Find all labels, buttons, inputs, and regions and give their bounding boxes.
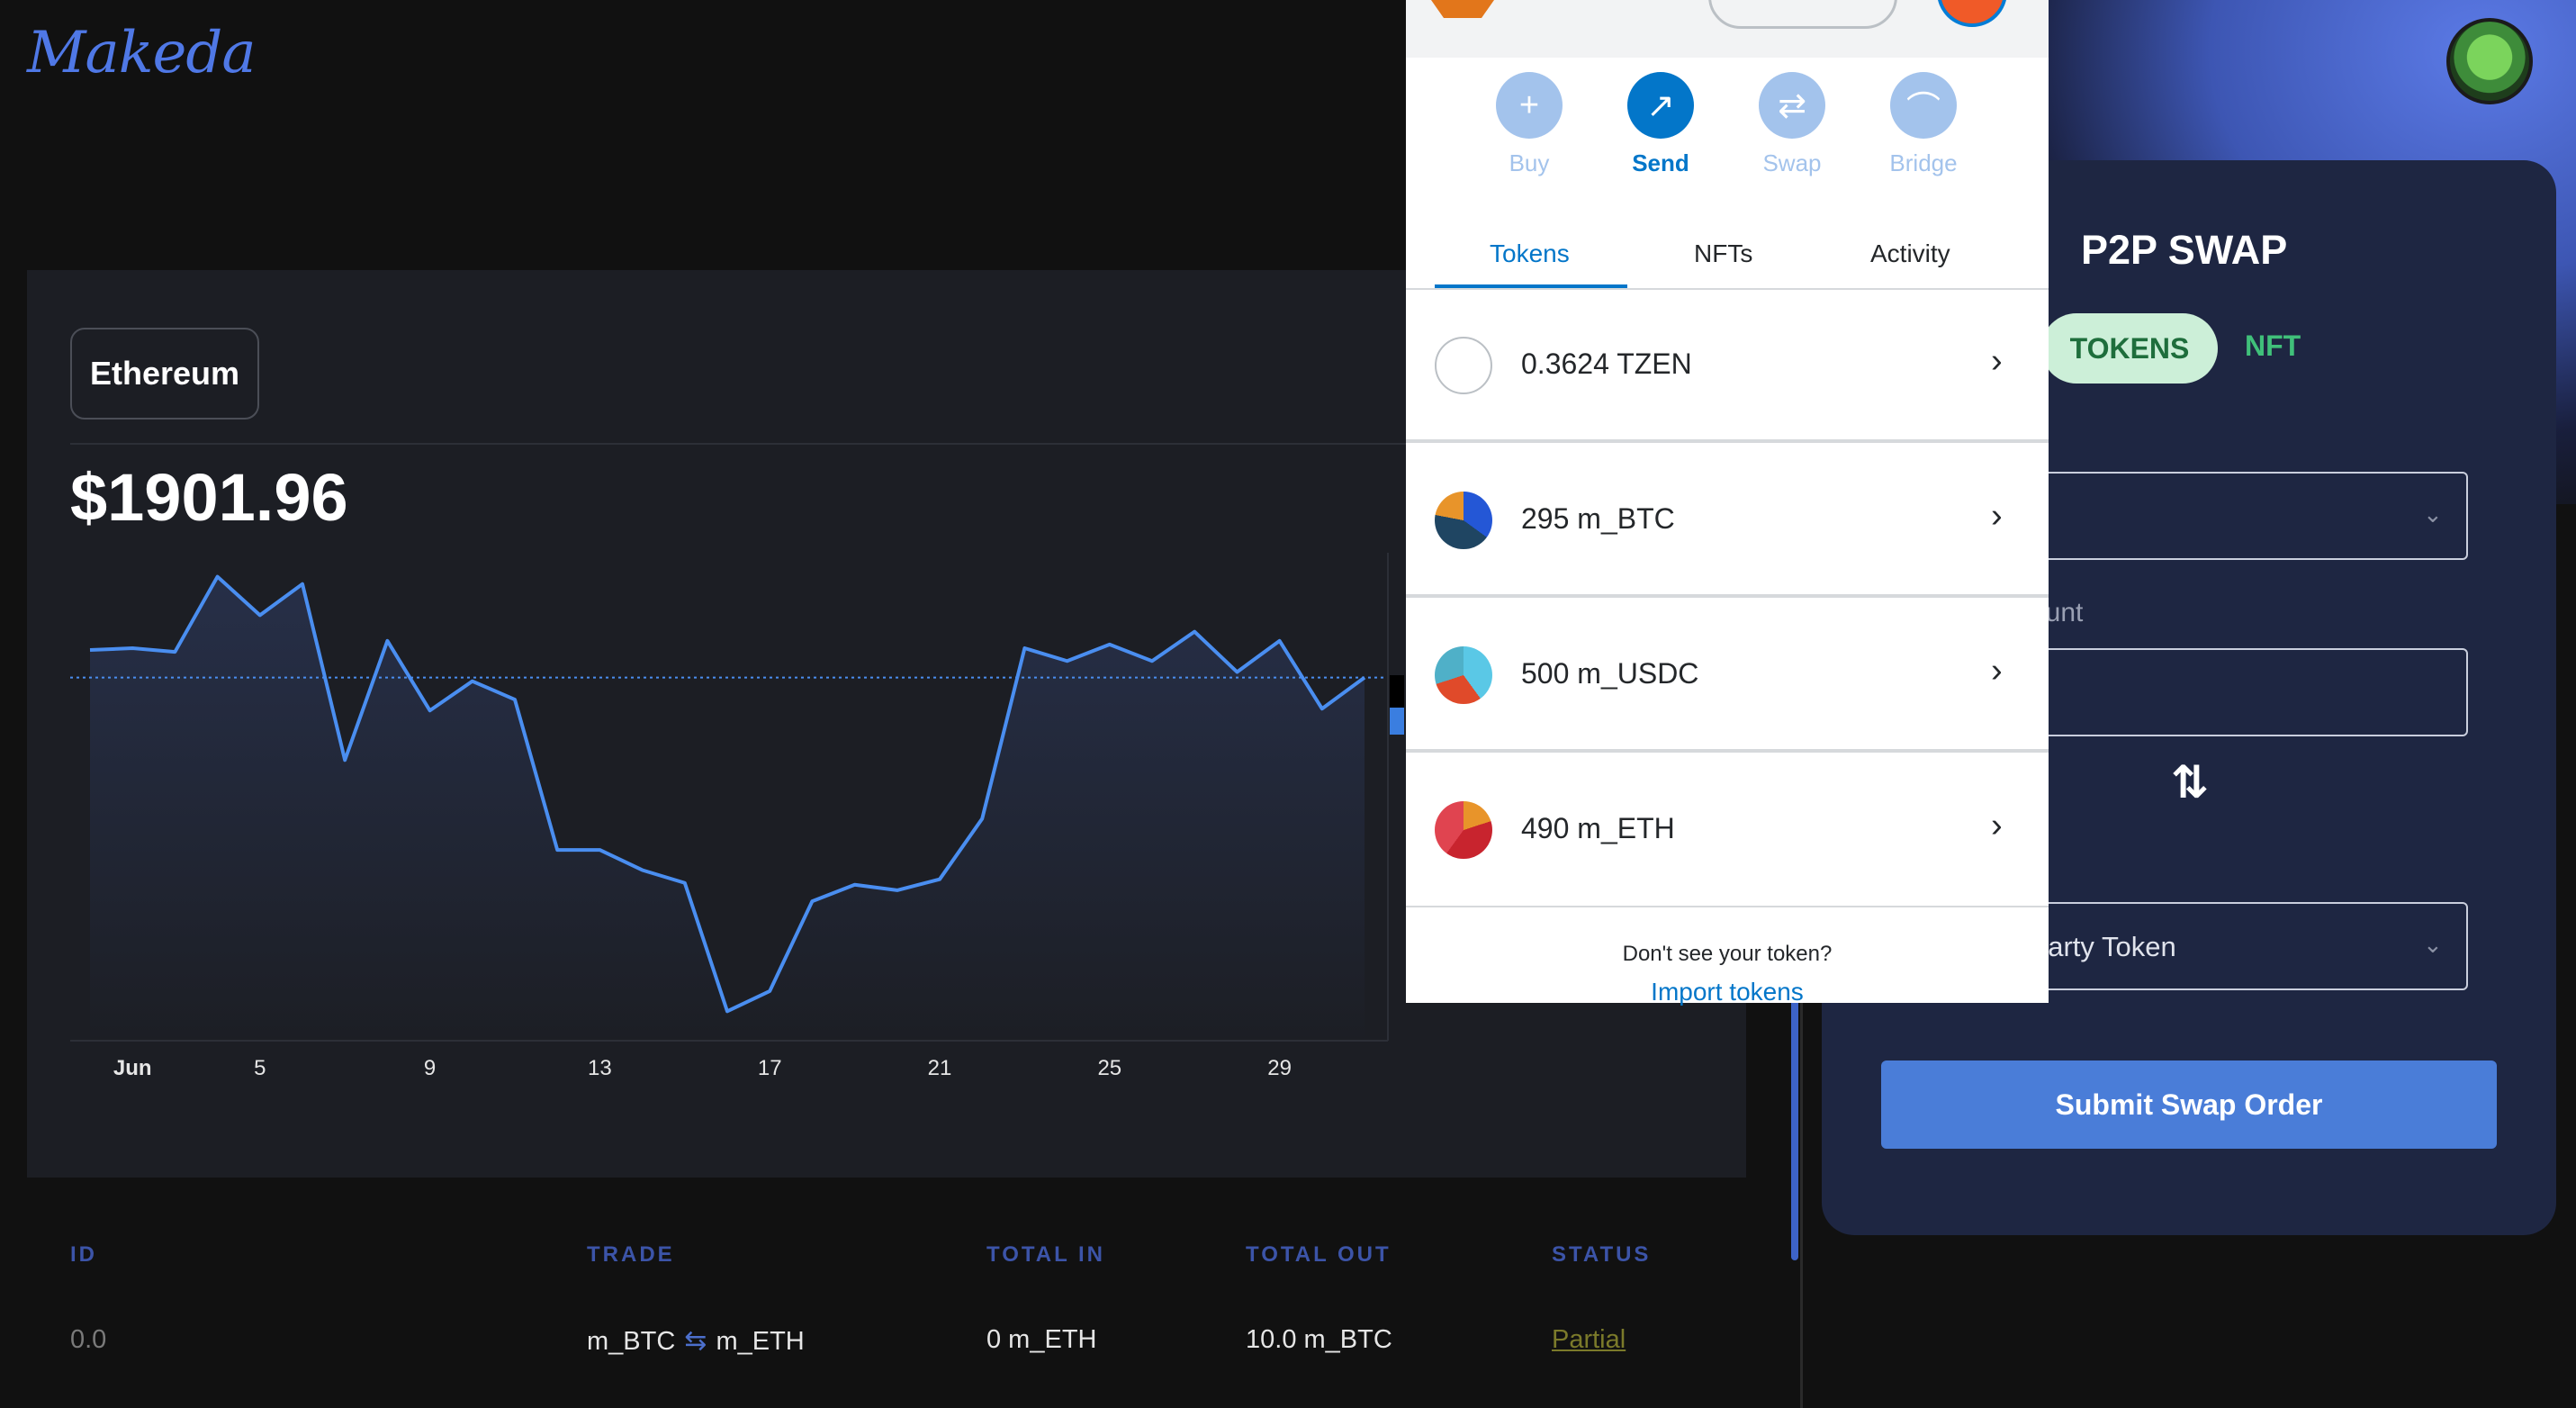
column-header-status[interactable]: STATUS <box>1552 1242 1651 1268</box>
vertical-divider <box>1800 990 1803 1408</box>
user-avatar[interactable] <box>2446 18 2533 104</box>
x-tick-label: 13 <box>588 1056 612 1080</box>
list-divider <box>1406 906 2049 907</box>
counterparty-token-select[interactable]: party Token ⌄ <box>2007 902 2468 990</box>
mbtc-token-icon <box>1435 492 1492 549</box>
token-balance: 0.3624 TZEN <box>1521 347 1692 380</box>
submit-swap-order-button[interactable]: Submit Swap Order <box>1881 1061 2497 1149</box>
send-button[interactable]: ↗ Send <box>1593 72 1728 177</box>
musdc-token-icon <box>1435 646 1492 704</box>
column-header-total-in[interactable]: TOTAL IN <box>986 1242 1105 1268</box>
token-row-meth[interactable]: 490 m_ETH › <box>1406 754 2049 907</box>
tzen-token-icon <box>1435 337 1492 394</box>
bridge-icon: ⌒ <box>1890 72 1957 139</box>
buy-label: Buy <box>1509 149 1550 176</box>
row-trade: m_BTC ⇆ m_ETH <box>587 1325 805 1357</box>
import-tokens-link[interactable]: Import tokens <box>1406 978 2049 1006</box>
chevron-right-icon: › <box>1991 807 2003 844</box>
column-header-total-out[interactable]: TOTAL OUT <box>1246 1242 1392 1268</box>
row-total-out: 10.0 m_BTC <box>1246 1325 1392 1354</box>
network-selector[interactable] <box>1708 0 1897 29</box>
token-select[interactable]: n ⌄ <box>2007 472 2468 560</box>
x-tick-label: 29 <box>1267 1056 1292 1080</box>
chevron-right-icon: › <box>1991 652 2003 690</box>
current-price: $1901.96 <box>70 460 348 535</box>
x-tick-label: 9 <box>424 1056 436 1080</box>
token-row-tzen[interactable]: 0.3624 TZEN › <box>1406 290 2049 443</box>
asset-selector-button[interactable]: Ethereum <box>70 328 259 420</box>
tab-tokens[interactable]: TOKENS <box>2041 313 2218 384</box>
arrow-up-right-icon: ↗ <box>1627 72 1694 139</box>
trade-to-token: m_ETH <box>716 1327 805 1356</box>
swap-title: P2P SWAP <box>2081 227 2288 273</box>
chevron-down-icon: ⌄ <box>2423 931 2443 958</box>
chevron-right-icon: › <box>1991 497 2003 535</box>
price-marker <box>1390 708 1404 735</box>
price-chart[interactable]: Jun 5 9 13 17 21 25 29 <box>0 540 1404 1098</box>
x-tick-label: 17 <box>758 1056 782 1080</box>
row-id: 0.0 <box>70 1325 107 1354</box>
app-logo[interactable]: Makeda <box>27 20 256 86</box>
row-total-in: 0 m_ETH <box>986 1325 1097 1354</box>
scrollbar[interactable] <box>1791 990 1798 1260</box>
token-balance: 500 m_USDC <box>1521 657 1699 690</box>
column-header-trade[interactable]: TRADE <box>587 1242 675 1268</box>
price-marker-dark <box>1390 675 1404 709</box>
missing-token-text: Don't see your token? <box>1622 942 1833 966</box>
swap-label: Swap <box>1762 149 1822 176</box>
token-row-mbtc[interactable]: 295 m_BTC › <box>1406 445 2049 598</box>
x-tick-label: Jun <box>113 1056 152 1080</box>
x-tick-label: 25 <box>1097 1056 1121 1080</box>
x-tick-label: 21 <box>928 1056 952 1080</box>
x-tick-label: 5 <box>254 1056 266 1080</box>
plus-icon: + <box>1496 72 1563 139</box>
swap-arrows-icon: ⇆ <box>684 1326 707 1356</box>
amount-input[interactable] <box>2007 648 2468 736</box>
trade-from-token: m_BTC <box>587 1327 676 1356</box>
chevron-down-icon: ⌄ <box>2423 501 2443 528</box>
token-balance: 490 m_ETH <box>1521 812 1675 844</box>
buy-button[interactable]: + Buy <box>1462 72 1597 177</box>
tab-nft[interactable]: NFT <box>2245 329 2301 363</box>
swap-icon: ⇄ <box>1759 72 1825 139</box>
tab-activity[interactable]: Activity <box>1870 239 1950 268</box>
swap-button[interactable]: ⇄ Swap <box>1725 72 1860 177</box>
row-status-link[interactable]: Partial <box>1552 1325 1626 1355</box>
token-balance: 295 m_BTC <box>1521 502 1675 535</box>
column-header-id[interactable]: ID <box>70 1242 97 1268</box>
tab-tokens-mm[interactable]: Tokens <box>1490 239 1570 268</box>
send-label: Send <box>1632 149 1689 176</box>
bridge-label: Bridge <box>1889 149 1958 176</box>
meth-token-icon <box>1435 801 1492 859</box>
swap-vertical-icon[interactable]: ⇅ <box>2171 756 2209 808</box>
chevron-right-icon: › <box>1991 342 2003 380</box>
token-row-musdc[interactable]: 500 m_USDC › <box>1406 600 2049 753</box>
bridge-button[interactable]: ⌒ Bridge <box>1856 72 1991 177</box>
counterparty-token-value: party Token <box>2032 931 2176 962</box>
tab-nfts[interactable]: NFTs <box>1694 239 1752 268</box>
